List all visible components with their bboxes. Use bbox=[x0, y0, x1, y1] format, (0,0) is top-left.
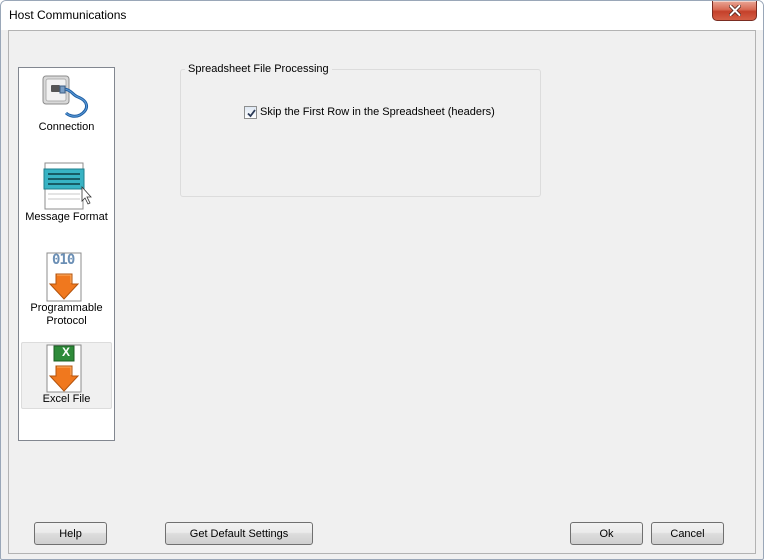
skip-first-row-checkbox[interactable] bbox=[244, 105, 257, 119]
nav-item-message-format-label: Message Format bbox=[25, 211, 108, 223]
nav-item-connection-label: Connection bbox=[38, 121, 95, 133]
category-nav-panel: Connection Message Format 010 Programmab… bbox=[18, 67, 115, 441]
excel-letter: X bbox=[62, 345, 71, 359]
close-icon bbox=[729, 5, 741, 16]
excel-file-icon: X bbox=[22, 343, 111, 393]
skip-first-row-option[interactable]: Skip the First Row in the Spreadsheet (h… bbox=[244, 104, 495, 120]
cancel-button[interactable]: Cancel bbox=[651, 522, 724, 545]
nav-item-message-format[interactable]: Message Format bbox=[21, 160, 112, 226]
close-button[interactable] bbox=[712, 1, 757, 21]
programmable-protocol-icon: 010 bbox=[22, 252, 111, 302]
nav-item-excel-file[interactable]: X Excel File bbox=[21, 342, 112, 409]
skip-first-row-label: Skip the First Row in the Spreadsheet (h… bbox=[260, 106, 495, 118]
nav-item-programmable-protocol-label: Programmable Protocol bbox=[30, 302, 103, 327]
dialog-window: Host Communications Connection Message F… bbox=[0, 0, 764, 560]
checkmark-icon bbox=[247, 108, 256, 117]
dialog-client-area: Connection Message Format 010 Programmab… bbox=[8, 30, 756, 554]
get-default-settings-button[interactable]: Get Default Settings bbox=[165, 522, 313, 545]
binary-text: 010 bbox=[52, 252, 75, 268]
nav-item-excel-file-label: Excel File bbox=[42, 393, 91, 405]
window-title: Host Communications bbox=[9, 8, 127, 22]
ok-button[interactable]: Ok bbox=[570, 522, 643, 545]
nav-item-connection[interactable]: Connection bbox=[21, 70, 112, 136]
spreadsheet-processing-group: Spreadsheet File Processing Skip the Fir… bbox=[180, 63, 541, 197]
help-button[interactable]: Help bbox=[34, 522, 107, 545]
nav-item-programmable-protocol[interactable]: 010 Programmable Protocol bbox=[21, 251, 112, 331]
connection-icon bbox=[22, 71, 111, 121]
message-format-icon bbox=[22, 161, 111, 211]
title-bar[interactable]: Host Communications bbox=[1, 1, 763, 30]
group-title: Spreadsheet File Processing bbox=[185, 63, 332, 75]
